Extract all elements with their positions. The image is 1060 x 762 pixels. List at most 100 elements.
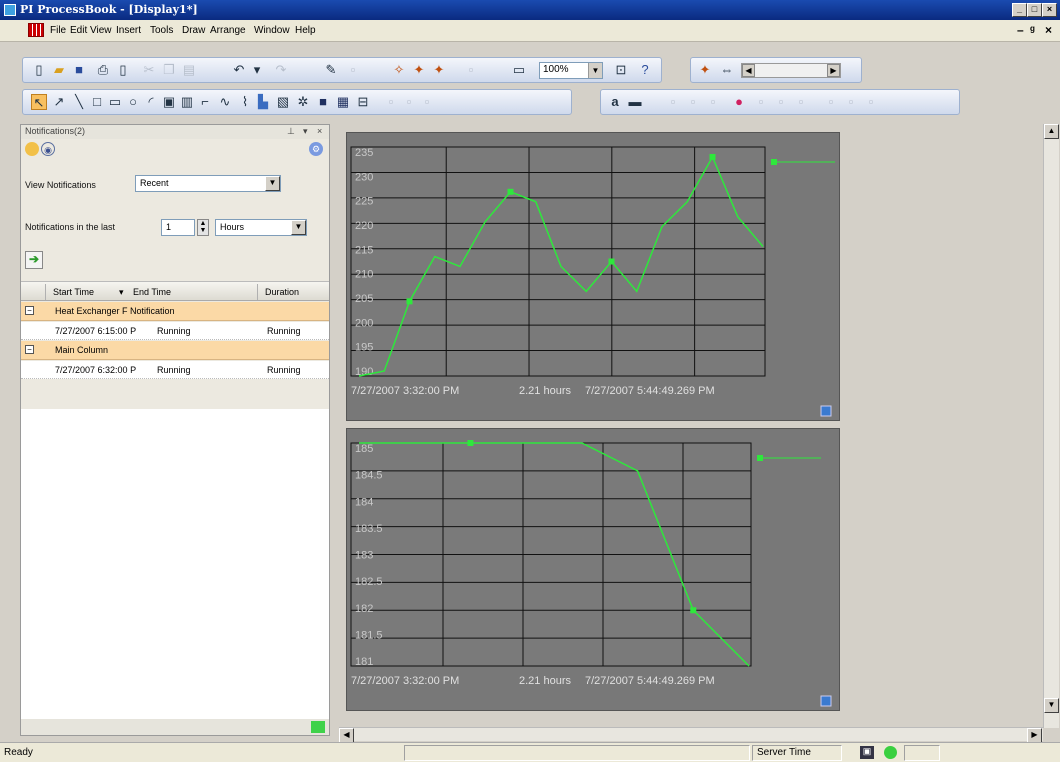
trend-1[interactable]: 235 230 225 220 215 210 205 200 195 190 7/27/2007 …: [346, 132, 840, 421]
run-icon[interactable]: ✎: [323, 62, 339, 78]
image-icon[interactable]: ▧: [275, 94, 291, 110]
rounded-rect-icon[interactable]: ▭: [107, 94, 123, 110]
menu-draw[interactable]: Draw: [182, 25, 205, 36]
undo-icon[interactable]: ↶: [231, 62, 247, 78]
zoom-combo[interactable]: 100% ▼: [539, 62, 603, 79]
minimize-button[interactable]: _: [1012, 3, 1027, 17]
copy-icon[interactable]: ❐: [161, 62, 177, 78]
menu-file[interactable]: File: [50, 25, 66, 36]
open-icon[interactable]: ▰: [51, 62, 67, 78]
settings-icon[interactable]: ⚙: [309, 142, 323, 156]
col-start-time[interactable]: Start Time: [53, 287, 94, 297]
collapse-icon[interactable]: −: [25, 345, 34, 354]
pin-icon[interactable]: ⊥: [287, 126, 295, 137]
redo-icon[interactable]: ↷: [273, 62, 289, 78]
scroll-left-icon[interactable]: ◀: [742, 64, 755, 77]
tag-search-icon[interactable]: ✧: [391, 62, 407, 78]
disabled-tool-icon[interactable]: ▫: [685, 94, 701, 110]
scroll-up-icon[interactable]: ▲: [1044, 124, 1059, 139]
col-duration[interactable]: Duration: [265, 287, 299, 297]
disabled-tool-icon[interactable]: ▫: [401, 94, 417, 110]
disabled-tool-icon[interactable]: ▫: [793, 94, 809, 110]
scroll-right-icon[interactable]: ▶: [1027, 728, 1042, 743]
print-preview-icon[interactable]: ▯: [115, 62, 131, 78]
help-icon[interactable]: ?: [637, 62, 653, 78]
menu-tools[interactable]: Tools: [150, 25, 173, 36]
save-icon[interactable]: ■: [71, 62, 87, 78]
dropdown-arrow-icon[interactable]: ▾: [303, 126, 308, 137]
time-unit-select[interactable]: Hours ▼: [215, 219, 307, 236]
paste-icon[interactable]: ▤: [181, 62, 197, 78]
select-icon[interactable]: ↖: [31, 94, 47, 110]
last-value-input[interactable]: 1: [161, 219, 195, 236]
chevron-down-icon[interactable]: ▼: [265, 176, 280, 191]
expand-icon[interactable]: ⇔: [719, 62, 735, 78]
disabled-tool-icon[interactable]: ▫: [383, 94, 399, 110]
document-icon[interactable]: [28, 23, 44, 37]
menu-edit[interactable]: Edit: [70, 25, 87, 36]
disabled-tool-icon[interactable]: ▫: [463, 62, 479, 78]
rectangle-icon[interactable]: □: [89, 94, 105, 110]
line-icon[interactable]: ╲: [71, 94, 87, 110]
view-notifications-select[interactable]: Recent ▼: [135, 175, 281, 192]
pointer-icon[interactable]: ↗: [51, 94, 67, 110]
scroll-right-icon[interactable]: ▶: [827, 64, 840, 77]
print-icon[interactable]: ⎙: [95, 62, 111, 78]
collapse-icon[interactable]: −: [25, 306, 34, 315]
scroll-left-icon[interactable]: ◀: [339, 728, 354, 743]
disabled-tool-icon[interactable]: ▫: [863, 94, 879, 110]
mdi-restore-button[interactable]: ᵍ: [1030, 23, 1035, 37]
arc-icon[interactable]: ◜: [143, 94, 159, 110]
table-row[interactable]: 7/27/2007 6:15:00 P Running Running: [21, 322, 329, 340]
disabled-tool-icon[interactable]: ▫: [843, 94, 859, 110]
arrow-tool-icon[interactable]: ✦: [431, 62, 447, 78]
disabled-tool-icon[interactable]: ▫: [419, 94, 435, 110]
mdi-minimize-button[interactable]: –: [1017, 23, 1024, 37]
disabled-tool-icon[interactable]: ▫: [705, 94, 721, 110]
arrow-tool-icon[interactable]: ✦: [697, 62, 713, 78]
col-end-time[interactable]: End Time: [133, 287, 171, 297]
go-arrow-icon[interactable]: ➔: [25, 251, 43, 269]
chart-icon[interactable]: ▙: [255, 94, 271, 110]
menu-window[interactable]: Window: [254, 25, 290, 36]
chevron-down-icon[interactable]: ▼: [291, 220, 306, 235]
maximize-button[interactable]: □: [1027, 3, 1042, 17]
disabled-tool-icon[interactable]: ▫: [345, 62, 361, 78]
dropdown-arrow-icon[interactable]: ▾: [249, 62, 265, 78]
disabled-tool-icon[interactable]: ▫: [665, 94, 681, 110]
chevron-down-icon[interactable]: ▼: [588, 63, 602, 78]
value-icon[interactable]: ▣: [161, 94, 177, 110]
menu-arrange[interactable]: Arrange: [210, 25, 246, 36]
new-icon[interactable]: ▯: [31, 62, 47, 78]
symbol-icon[interactable]: ✲: [295, 94, 311, 110]
group-row[interactable]: − Heat Exchanger F Notification: [21, 302, 329, 321]
table-icon[interactable]: ▦: [335, 94, 351, 110]
overview-icon[interactable]: ⊡: [613, 62, 629, 78]
mdi-close-button[interactable]: ×: [1045, 23, 1052, 37]
xy-plot-icon[interactable]: ⌇: [237, 94, 253, 110]
vertical-scrollbar[interactable]: ▲ ▼: [1043, 124, 1059, 728]
button-icon[interactable]: ■: [315, 94, 331, 110]
ellipse-icon[interactable]: ○: [125, 94, 141, 110]
refresh-icon[interactable]: ◉: [41, 142, 55, 156]
table-row[interactable]: 7/27/2007 6:32:00 P Running Running: [21, 361, 329, 379]
line-style-icon[interactable]: ▬: [627, 94, 643, 110]
close-icon[interactable]: ×: [317, 126, 322, 136]
color-palette-icon[interactable]: ●: [731, 94, 747, 110]
horizontal-scrollbar[interactable]: ◀ ▶: [339, 727, 1043, 743]
cut-icon[interactable]: ✂: [141, 62, 157, 78]
close-button[interactable]: ×: [1042, 3, 1057, 17]
disabled-tool-icon[interactable]: ▫: [823, 94, 839, 110]
bar-icon[interactable]: ▥: [179, 94, 195, 110]
polyline-icon[interactable]: ⌐: [197, 94, 213, 110]
trend-icon[interactable]: ∿: [217, 94, 233, 110]
disabled-tool-icon[interactable]: ▫: [753, 94, 769, 110]
last-value-stepper[interactable]: ▲ ▼: [197, 219, 209, 236]
window-icon[interactable]: ▭: [511, 62, 527, 78]
scroll-down-icon[interactable]: ▼: [1044, 698, 1059, 713]
trend-2[interactable]: 185 184.5 184 183.5 183 182.5 182 181.5 181 7/27/…: [346, 428, 840, 711]
grid-icon[interactable]: ⊟: [355, 94, 371, 110]
folder-icon[interactable]: [25, 142, 39, 156]
text-tool-icon[interactable]: a: [607, 94, 623, 110]
navigation-slider[interactable]: ◀ ▶: [741, 63, 841, 78]
